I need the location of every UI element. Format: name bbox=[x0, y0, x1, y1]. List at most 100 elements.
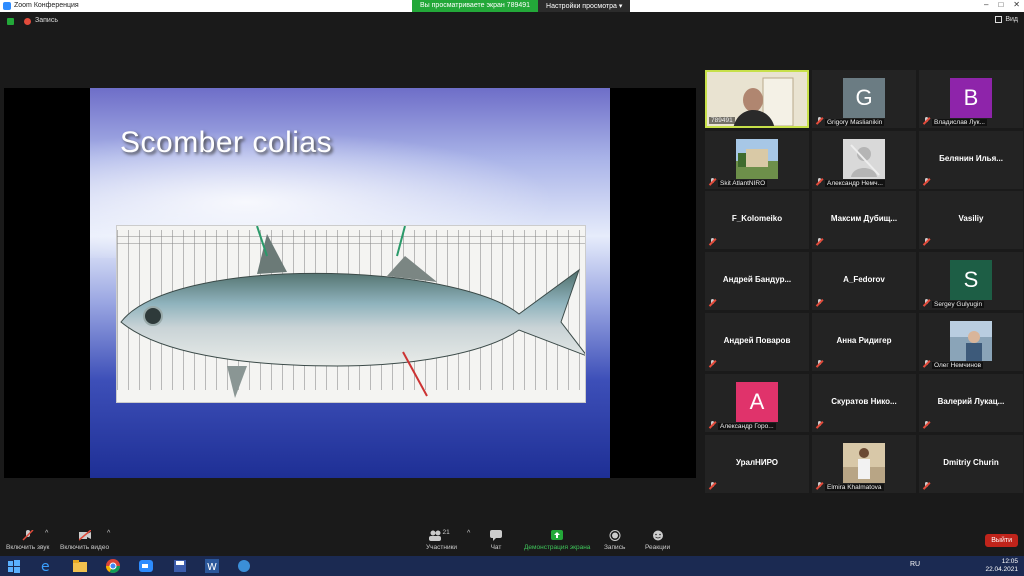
participant-tile[interactable]: A Александр Горо... bbox=[705, 374, 809, 432]
participant-name: Андрей Поваров bbox=[723, 336, 791, 345]
close-icon[interactable]: ✕ bbox=[1013, 0, 1020, 12]
participants-button[interactable]: 21 Участники bbox=[426, 529, 458, 551]
participant-photo bbox=[843, 443, 885, 483]
participants-icon: 21 bbox=[428, 529, 455, 541]
unmute-label: Включить звук bbox=[6, 544, 50, 551]
shield-icon[interactable] bbox=[7, 18, 14, 25]
participant-name: Максим Дубищ... bbox=[830, 214, 898, 223]
participant-name: Валерий Лукац... bbox=[937, 397, 1005, 406]
participant-tile[interactable]: Vasiliy bbox=[919, 191, 1023, 249]
zoom-taskbar-icon[interactable] bbox=[138, 558, 156, 574]
record-icon bbox=[609, 530, 621, 541]
microphone-muted-icon bbox=[816, 360, 823, 367]
share-screen-button[interactable]: Демонстрация экрана bbox=[524, 530, 590, 551]
microphone-muted-icon bbox=[816, 299, 823, 306]
participant-name: Белянин Илья... bbox=[939, 154, 1003, 163]
participant-tile[interactable]: Белянин Илья... bbox=[919, 131, 1023, 189]
participant-name: Vasiliy bbox=[958, 214, 984, 223]
fish-illustration bbox=[120, 226, 585, 398]
microphone-muted-icon bbox=[923, 117, 930, 124]
video-options-caret[interactable]: ^ bbox=[107, 530, 110, 537]
participant-tile[interactable]: Андрей Бандур... bbox=[705, 252, 809, 310]
meeting-top-strip: Запись Вид bbox=[0, 12, 1024, 30]
system-clock[interactable]: 12:05 22.04.2021 bbox=[985, 558, 1018, 574]
view-button[interactable]: Вид bbox=[995, 16, 1018, 23]
maximize-icon[interactable]: □ bbox=[998, 0, 1003, 12]
window-controls: – □ ✕ bbox=[984, 0, 1020, 12]
participant-tile[interactable]: F_Kolomeiko bbox=[705, 191, 809, 249]
microphone-muted-icon bbox=[923, 178, 930, 185]
self-video-tile[interactable]: 789491 bbox=[705, 70, 809, 128]
word-icon[interactable]: W bbox=[204, 558, 222, 574]
reactions-button[interactable]: Реакции bbox=[645, 530, 670, 551]
save-icon[interactable] bbox=[172, 558, 190, 574]
participant-name: Александр Немч... bbox=[825, 180, 885, 187]
participant-name: Dmitriy Churin bbox=[943, 458, 999, 467]
participant-tile[interactable]: A_Fedorov bbox=[812, 252, 916, 310]
microphone-muted-icon bbox=[816, 178, 823, 185]
microphone-muted-icon bbox=[816, 117, 823, 124]
participants-options-caret[interactable]: ^ bbox=[467, 530, 470, 537]
participant-tile[interactable]: Анна Ридигер bbox=[812, 313, 916, 371]
svg-text:e: e bbox=[41, 559, 50, 574]
microphone-muted-icon bbox=[709, 360, 716, 367]
view-options-button[interactable]: Настройки просмотра ▾ bbox=[538, 0, 631, 12]
participant-tile[interactable]: УралНИРО bbox=[705, 435, 809, 493]
microphone-muted-icon bbox=[923, 238, 930, 245]
viewing-screen-label: Вы просматриваете экран 789491 bbox=[412, 0, 539, 12]
svg-text:W: W bbox=[207, 562, 217, 573]
language-indicator[interactable]: RU bbox=[910, 561, 920, 568]
windows-start-icon[interactable] bbox=[6, 558, 24, 574]
record-button[interactable]: Запись bbox=[604, 530, 625, 551]
participant-tile[interactable]: Elmira Khalmatova bbox=[812, 435, 916, 493]
participant-photo bbox=[843, 139, 885, 179]
participant-tile[interactable]: Олег Немчинов bbox=[919, 313, 1023, 371]
participant-photo bbox=[736, 139, 778, 179]
recording-label: Запись bbox=[35, 17, 58, 24]
participant-tile[interactable]: Андрей Поваров bbox=[705, 313, 809, 371]
fish-photo bbox=[116, 225, 586, 403]
participant-tile[interactable]: Максим Дубищ... bbox=[812, 191, 916, 249]
participant-tile[interactable]: G Grigory Maslianikin bbox=[812, 70, 916, 128]
participant-tile[interactable]: Dmitriy Churin bbox=[919, 435, 1023, 493]
minimize-icon[interactable]: – bbox=[984, 0, 988, 12]
chrome-icon[interactable] bbox=[105, 558, 123, 574]
unmute-button[interactable]: Включить звук bbox=[6, 529, 50, 551]
app-icon[interactable] bbox=[236, 558, 254, 574]
windows-taskbar: e W RU 12:05 22.04.2021 bbox=[0, 556, 1024, 576]
audio-options-caret[interactable]: ^ bbox=[45, 530, 48, 537]
presentation-slide: Scomber colias bbox=[90, 88, 610, 478]
leave-button[interactable]: Выйти bbox=[985, 534, 1018, 547]
participant-name: Skit AtlantNIRO bbox=[718, 180, 768, 187]
internet-explorer-icon[interactable]: e bbox=[38, 558, 56, 574]
microphone-muted-icon bbox=[709, 238, 716, 245]
participant-name: F_Kolomeiko bbox=[731, 214, 783, 223]
participants-label: Участники bbox=[426, 544, 458, 551]
participant-tile[interactable]: S Sergey Gulyugin bbox=[919, 252, 1023, 310]
participant-avatar: A bbox=[736, 382, 778, 422]
microphone-muted-icon bbox=[709, 482, 716, 489]
chat-button[interactable]: Чат bbox=[490, 530, 502, 551]
chat-icon bbox=[490, 530, 502, 541]
participant-avatar: G bbox=[843, 78, 885, 118]
shared-screen: Scomber colias bbox=[4, 88, 696, 478]
zoom-app-icon bbox=[3, 2, 11, 10]
view-label: Вид bbox=[1005, 16, 1018, 23]
participant-tile[interactable]: Скуратов Нико... bbox=[812, 374, 916, 432]
participant-tile[interactable]: B Владислав Лук... bbox=[919, 70, 1023, 128]
meeting-toolbar: Включить звук ^ Включить видео ^ 21 Учас… bbox=[0, 528, 1024, 556]
microphone-muted-icon bbox=[709, 178, 716, 185]
participant-tile[interactable]: Валерий Лукац... bbox=[919, 374, 1023, 432]
participants-count: 21 bbox=[442, 529, 450, 536]
start-video-button[interactable]: Включить видео bbox=[60, 529, 109, 551]
file-explorer-icon[interactable] bbox=[72, 558, 90, 574]
record-icon bbox=[24, 18, 31, 25]
participant-tile[interactable]: Александр Немч... bbox=[812, 131, 916, 189]
record-label: Запись bbox=[604, 544, 626, 551]
share-screen-label: Демонстрация экрана bbox=[524, 544, 591, 551]
participant-tile[interactable]: Skit AtlantNIRO bbox=[705, 131, 809, 189]
microphone-muted-icon bbox=[923, 360, 930, 367]
reactions-label: Реакции bbox=[645, 544, 671, 551]
microphone-muted-icon bbox=[816, 482, 823, 489]
participant-name: Владислав Лук... bbox=[932, 119, 987, 126]
